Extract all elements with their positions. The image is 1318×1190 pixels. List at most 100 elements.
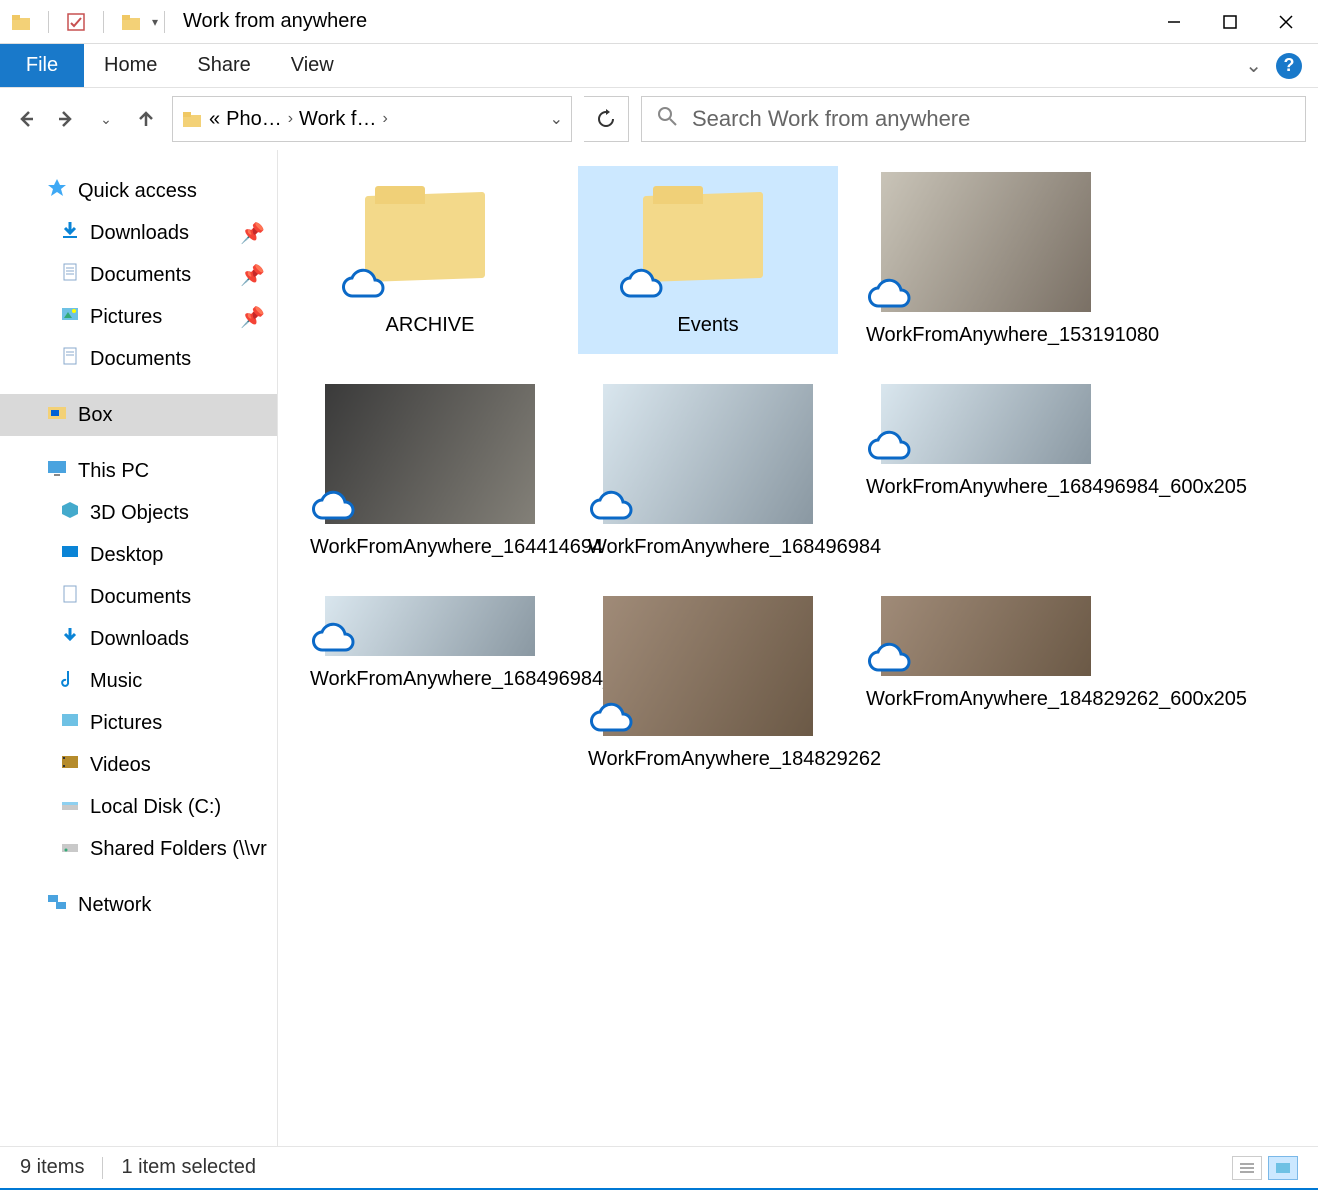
sidebar-item-label: Local Disk (C:)	[90, 796, 221, 819]
image-item[interactable]: WorkFromAnywhere_168496984	[578, 378, 838, 566]
item-label: WorkFromAnywhere_164414694	[310, 534, 550, 560]
help-icon[interactable]: ?	[1276, 53, 1302, 79]
sidebar-item-label: Box	[78, 404, 112, 427]
image-item[interactable]: WorkFromAnywhere_164414694	[300, 378, 560, 566]
file-tab[interactable]: File	[0, 44, 84, 87]
image-item[interactable]: WorkFromAnywhere_168496984_600x205	[856, 378, 1116, 566]
sidebar-item-label: Shared Folders (\\vr	[90, 838, 267, 861]
sidebar-item-3d-objects[interactable]: 3D Objects	[0, 492, 277, 534]
minimize-button[interactable]	[1146, 2, 1202, 42]
sidebar-network[interactable]: Network	[0, 884, 277, 926]
sidebar-item-box[interactable]: Box	[0, 394, 277, 436]
tab-view[interactable]: View	[271, 44, 354, 87]
pictures-icon	[60, 710, 80, 736]
image-thumbnail	[603, 596, 813, 736]
recent-dropdown-icon[interactable]: ⌄	[92, 105, 120, 133]
refresh-button[interactable]	[584, 97, 628, 141]
image-item[interactable]: WorkFromAnywhere_184829262	[578, 590, 838, 778]
folder-icon[interactable]	[120, 11, 142, 33]
title-bar: ▾ Work from anywhere	[0, 0, 1318, 44]
folder-item[interactable]: Events	[578, 166, 838, 354]
sidebar-item-documents[interactable]: Documents	[0, 338, 277, 380]
downloads-icon	[60, 220, 80, 246]
image-item[interactable]: WorkFromAnywhere_153191080	[856, 166, 1116, 354]
image-item[interactable]: WorkFromAnywhere_168496984_1956x430	[300, 590, 560, 778]
sidebar-item-label: Music	[90, 670, 142, 693]
window-title: Work from anywhere	[183, 10, 367, 33]
cloud-icon	[613, 266, 665, 306]
chevron-right-icon[interactable]: ›	[382, 110, 387, 128]
cloud-icon	[305, 620, 357, 660]
sidebar-item-label: Downloads	[90, 222, 189, 245]
forward-button[interactable]	[52, 105, 80, 133]
sidebar-item-label: Quick access	[78, 180, 197, 203]
close-button[interactable]	[1258, 2, 1314, 42]
qat-dropdown-icon[interactable]: ▾	[152, 15, 158, 29]
maximize-button[interactable]	[1202, 2, 1258, 42]
breadcrumb-prefix[interactable]: «	[209, 108, 220, 131]
downloads-icon	[60, 626, 80, 652]
image-item[interactable]: WorkFromAnywhere_184829262_600x205	[856, 590, 1116, 778]
search-box[interactable]: Search Work from anywhere	[641, 96, 1306, 142]
folder-icon	[10, 11, 32, 33]
item-label: WorkFromAnywhere_168496984_600x205	[866, 474, 1106, 500]
sidebar-item-pictures[interactable]: Pictures📌	[0, 296, 277, 338]
sidebar-item-label: Pictures	[90, 712, 162, 735]
sidebar-item-documents[interactable]: Documents📌	[0, 254, 277, 296]
network-drive-icon	[60, 836, 80, 862]
sidebar-item-pictures[interactable]: Pictures	[0, 702, 277, 744]
sidebar-item-label: Documents	[90, 348, 191, 371]
back-button[interactable]	[12, 105, 40, 133]
quick-access-icon	[46, 177, 68, 205]
navigation-pane: Quick access Downloads📌 Documents📌 Pictu…	[0, 150, 278, 1146]
sidebar-item-label: Desktop	[90, 544, 163, 567]
tab-home[interactable]: Home	[84, 44, 177, 87]
pictures-icon	[60, 304, 80, 330]
item-label: ARCHIVE	[386, 312, 475, 338]
sidebar-item-desktop[interactable]: Desktop	[0, 534, 277, 576]
item-label: WorkFromAnywhere_153191080	[866, 322, 1106, 348]
cloud-icon	[861, 276, 913, 316]
up-button[interactable]	[132, 105, 160, 133]
image-thumbnail	[881, 172, 1091, 312]
item-label: WorkFromAnywhere_168496984_1956x430	[310, 666, 550, 692]
details-view-button[interactable]	[1232, 1156, 1262, 1180]
sidebar-item-downloads[interactable]: Downloads 📌	[0, 212, 277, 254]
item-label: WorkFromAnywhere_184829262_600x205	[866, 686, 1106, 712]
sidebar-quick-access[interactable]: Quick access	[0, 170, 277, 212]
sidebar-item-shared-folders[interactable]: Shared Folders (\\vr	[0, 828, 277, 870]
documents-icon	[60, 584, 80, 610]
sidebar-item-downloads[interactable]: Downloads	[0, 618, 277, 660]
pin-icon: 📌	[240, 263, 265, 288]
sidebar-item-label: Documents	[90, 586, 191, 609]
sidebar-item-videos[interactable]: Videos	[0, 744, 277, 786]
breadcrumb-item[interactable]: Work f…	[299, 108, 376, 131]
sidebar-item-music[interactable]: Music	[0, 660, 277, 702]
address-bar[interactable]: « Pho… › Work f… › ⌄	[172, 96, 572, 142]
music-icon	[60, 668, 80, 694]
tab-share[interactable]: Share	[177, 44, 270, 87]
properties-icon[interactable]	[65, 11, 87, 33]
navigation-bar: ⌄ « Pho… › Work f… › ⌄ Search Work from …	[0, 88, 1318, 150]
sidebar-this-pc[interactable]: This PC	[0, 450, 277, 492]
:videos-icon	[60, 752, 80, 778]
file-list: ARCHIVE Events WorkFromAnywhere_153191080 W…	[278, 150, 1318, 1146]
3d-objects-icon	[60, 500, 80, 526]
ribbon-expand-icon[interactable]: ⌄	[1245, 53, 1262, 78]
pin-icon: 📌	[240, 221, 265, 246]
thumbnails-view-button[interactable]	[1268, 1156, 1298, 1180]
status-bar: 9 items 1 item selected	[0, 1146, 1318, 1188]
status-selection: 1 item selected	[121, 1156, 256, 1179]
sidebar-item-label: Pictures	[90, 306, 162, 329]
breadcrumb-item[interactable]: Pho…	[226, 108, 282, 131]
box-icon	[46, 401, 68, 429]
folder-item[interactable]: ARCHIVE	[300, 166, 560, 354]
chevron-right-icon[interactable]: ›	[288, 110, 293, 128]
sidebar-item-documents[interactable]: Documents	[0, 576, 277, 618]
drive-icon	[60, 794, 80, 820]
sidebar-item-label: This PC	[78, 460, 149, 483]
address-dropdown-icon[interactable]: ⌄	[550, 109, 563, 129]
sidebar-item-local-disk[interactable]: Local Disk (C:)	[0, 786, 277, 828]
folder-icon	[355, 172, 505, 302]
image-thumbnail	[603, 384, 813, 524]
